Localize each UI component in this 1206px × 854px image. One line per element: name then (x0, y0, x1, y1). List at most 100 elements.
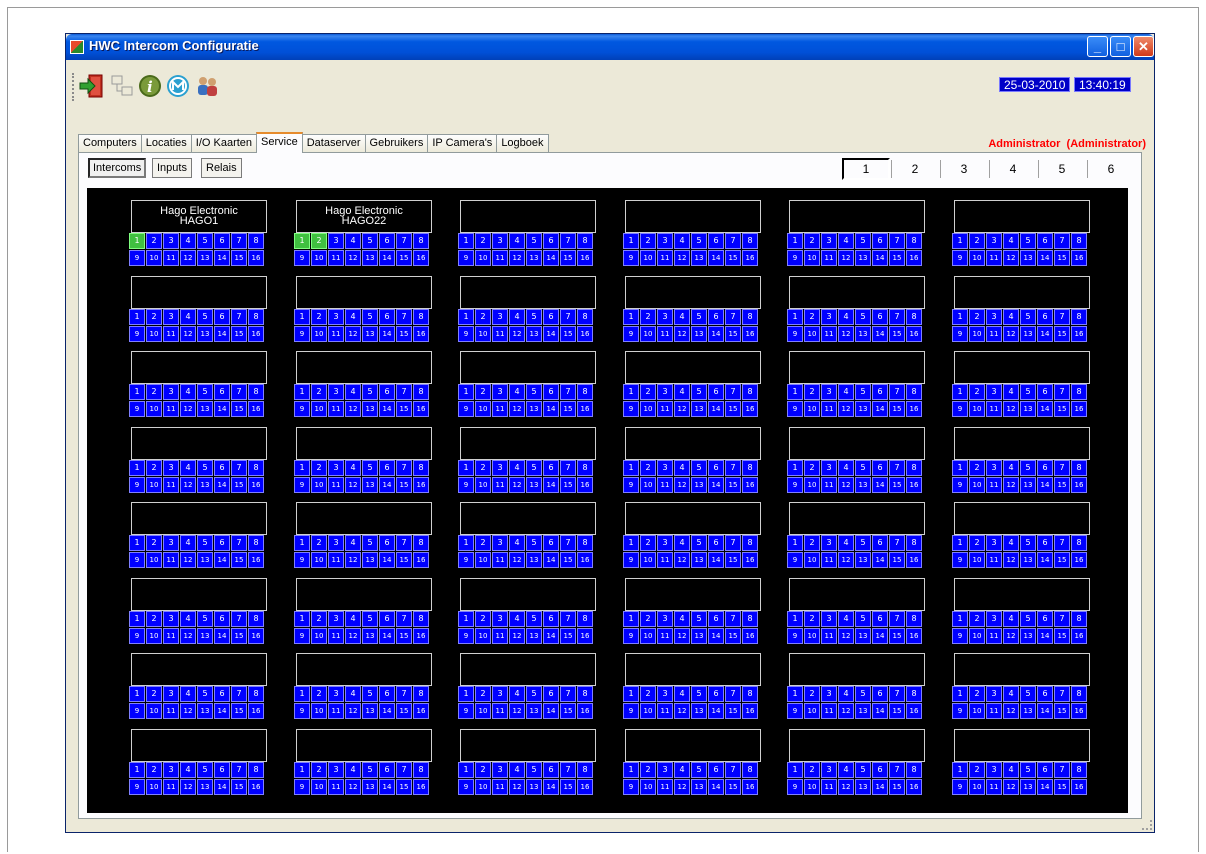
channel-button[interactable]: 4 (180, 611, 196, 627)
channel-button[interactable]: 16 (248, 401, 264, 417)
channel-button[interactable]: 9 (129, 779, 145, 795)
channel-button[interactable]: 13 (855, 703, 871, 719)
channel-button[interactable]: 16 (1071, 628, 1087, 644)
channel-button[interactable]: 7 (231, 535, 247, 551)
channel-button[interactable]: 3 (657, 233, 673, 249)
channel-button[interactable]: 6 (708, 460, 724, 476)
channel-button[interactable]: 10 (640, 326, 656, 342)
channel-button[interactable]: 1 (623, 611, 639, 627)
channel-button[interactable]: 1 (129, 611, 145, 627)
channel-button[interactable]: 15 (1054, 779, 1070, 795)
channel-button[interactable]: 4 (509, 233, 525, 249)
channel-button[interactable]: 8 (906, 535, 922, 551)
channel-button[interactable]: 1 (787, 611, 803, 627)
network-icon[interactable] (108, 72, 136, 100)
channel-button[interactable]: 15 (1054, 326, 1070, 342)
channel-button[interactable]: 5 (855, 460, 871, 476)
intercom-name-box[interactable] (625, 276, 761, 309)
channel-button[interactable]: 11 (492, 250, 508, 266)
channel-button[interactable]: 8 (577, 233, 593, 249)
channel-button[interactable]: 6 (708, 535, 724, 551)
channel-button[interactable]: 13 (691, 326, 707, 342)
channel-button[interactable]: 16 (413, 628, 429, 644)
channel-button[interactable]: 3 (657, 762, 673, 778)
channel-button[interactable]: 4 (838, 686, 854, 702)
page-1[interactable]: 1 (842, 158, 890, 180)
channel-button[interactable]: 2 (475, 611, 491, 627)
channel-button[interactable]: 5 (197, 460, 213, 476)
channel-button[interactable]: 11 (328, 477, 344, 493)
resize-grip[interactable] (1142, 820, 1152, 830)
channel-button[interactable]: 14 (543, 703, 559, 719)
intercom-name-box[interactable] (789, 729, 925, 762)
channel-button[interactable]: 12 (509, 552, 525, 568)
channel-button[interactable]: 12 (838, 401, 854, 417)
channel-button[interactable]: 16 (577, 779, 593, 795)
channel-button[interactable]: 15 (725, 628, 741, 644)
channel-button[interactable]: 14 (1037, 401, 1053, 417)
channel-button[interactable]: 4 (180, 233, 196, 249)
channel-button[interactable]: 10 (146, 552, 162, 568)
channel-button[interactable]: 9 (787, 779, 803, 795)
channel-button[interactable]: 16 (742, 326, 758, 342)
channel-button[interactable]: 9 (294, 779, 310, 795)
channel-button[interactable]: 4 (674, 233, 690, 249)
channel-button[interactable]: 11 (328, 779, 344, 795)
channel-button[interactable]: 5 (526, 762, 542, 778)
channel-button[interactable]: 6 (543, 309, 559, 325)
channel-button[interactable]: 1 (623, 762, 639, 778)
channel-button[interactable]: 1 (952, 460, 968, 476)
channel-button[interactable]: 5 (855, 535, 871, 551)
channel-button[interactable]: 15 (396, 401, 412, 417)
channel-button[interactable]: 8 (248, 762, 264, 778)
channel-button[interactable]: 2 (311, 762, 327, 778)
channel-button[interactable]: 15 (725, 326, 741, 342)
channel-button[interactable]: 16 (906, 326, 922, 342)
channel-button[interactable]: 1 (623, 460, 639, 476)
info-icon[interactable]: i (136, 72, 164, 100)
channel-button[interactable]: 2 (969, 535, 985, 551)
intercom-name-box[interactable] (296, 427, 432, 460)
channel-button[interactable]: 12 (509, 250, 525, 266)
channel-button[interactable]: 1 (952, 611, 968, 627)
channel-button[interactable]: 9 (458, 326, 474, 342)
channel-button[interactable]: 12 (345, 628, 361, 644)
channel-button[interactable]: 13 (855, 779, 871, 795)
channel-button[interactable]: 5 (1020, 233, 1036, 249)
channel-button[interactable]: 14 (708, 250, 724, 266)
channel-button[interactable]: 13 (1020, 552, 1036, 568)
channel-button[interactable]: 13 (691, 401, 707, 417)
channel-button[interactable]: 1 (294, 309, 310, 325)
channel-button[interactable]: 5 (197, 686, 213, 702)
channel-button[interactable]: 7 (725, 233, 741, 249)
channel-button[interactable]: 12 (1003, 779, 1019, 795)
channel-button[interactable]: 7 (396, 460, 412, 476)
intercom-name-box[interactable]: Hago Electronic HAGO22 (296, 200, 432, 233)
channel-button[interactable]: 14 (543, 628, 559, 644)
channel-button[interactable]: 3 (163, 535, 179, 551)
channel-button[interactable]: 9 (129, 401, 145, 417)
channel-button[interactable]: 12 (674, 401, 690, 417)
channel-button[interactable]: 11 (328, 250, 344, 266)
channel-button[interactable]: 8 (1071, 535, 1087, 551)
channel-button[interactable]: 1 (129, 233, 145, 249)
channel-button[interactable]: 11 (986, 477, 1002, 493)
intercom-name-box[interactable] (789, 351, 925, 384)
channel-button[interactable]: 9 (458, 628, 474, 644)
channel-button[interactable]: 6 (543, 233, 559, 249)
channel-button[interactable]: 9 (458, 552, 474, 568)
channel-button[interactable]: 5 (855, 309, 871, 325)
channel-button[interactable]: 9 (787, 628, 803, 644)
channel-button[interactable]: 2 (640, 460, 656, 476)
channel-button[interactable]: 10 (804, 628, 820, 644)
channel-button[interactable]: 5 (362, 233, 378, 249)
channel-button[interactable]: 13 (362, 552, 378, 568)
intercom-name-box[interactable] (460, 729, 596, 762)
channel-button[interactable]: 15 (231, 628, 247, 644)
channel-button[interactable]: 10 (804, 477, 820, 493)
channel-button[interactable]: 4 (180, 309, 196, 325)
channel-button[interactable]: 13 (855, 628, 871, 644)
channel-button[interactable]: 6 (1037, 233, 1053, 249)
channel-button[interactable]: 6 (708, 384, 724, 400)
channel-button[interactable]: 12 (345, 703, 361, 719)
